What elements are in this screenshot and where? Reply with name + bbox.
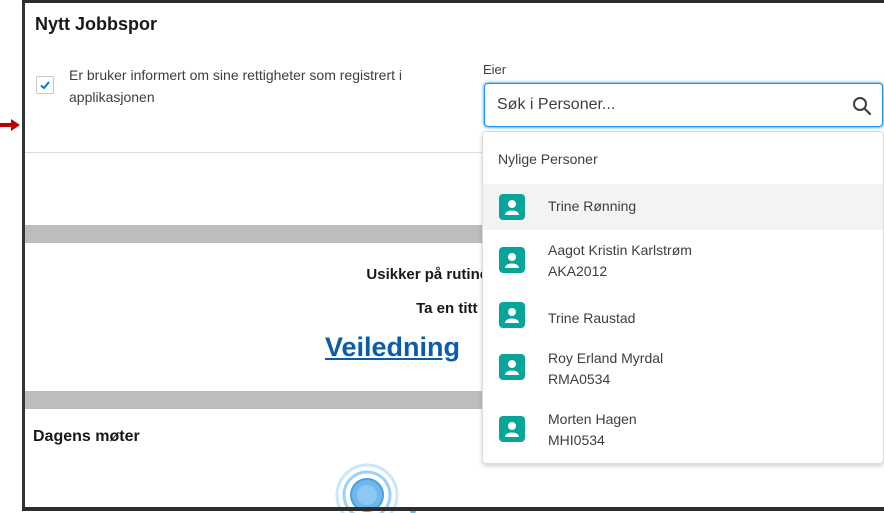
person-name: Aagot Kristin Karlstrøm	[548, 242, 692, 258]
person-avatar-icon	[499, 247, 525, 273]
person-avatar-icon	[499, 416, 525, 442]
meetings-title: Dagens møter	[33, 428, 140, 445]
owner-search-input[interactable]	[497, 94, 837, 116]
person-name: Morten Hagen	[548, 411, 637, 427]
person-name: Roy Erland Myrdal	[548, 350, 664, 366]
person-name: Trine Rønning	[548, 198, 637, 214]
person-option[interactable]: Roy Erland Myrdal RMA0534	[483, 340, 883, 398]
consent-label: Er bruker informert om sine rettigheter …	[69, 67, 402, 105]
window-bottom-edge	[22, 507, 884, 511]
checkmark-icon	[40, 81, 50, 90]
guide-link[interactable]: Veiledning	[325, 332, 460, 363]
person-avatar-icon	[499, 194, 525, 220]
person-id: AKA2012	[548, 263, 608, 279]
person-option[interactable]: Aagot Kristin Karlstrøm AKA2012	[483, 230, 883, 290]
person-option[interactable]: Trine Raustad	[483, 290, 883, 340]
person-id: MHI0534	[548, 432, 605, 448]
page-title: Nytt Jobbspor	[35, 14, 158, 34]
loading-spinner-icon	[335, 463, 416, 513]
red-arrow-icon	[0, 119, 20, 131]
person-search-dropdown: Nylige Personer Trine Rønning Aagot Kris…	[482, 131, 884, 464]
owner-label: Eier	[483, 62, 507, 77]
divider	[25, 152, 483, 153]
person-option[interactable]: Morten Hagen MHI0534	[483, 398, 883, 458]
person-name: Trine Raustad	[548, 310, 636, 326]
person-avatar-icon	[499, 302, 525, 328]
person-avatar-icon	[499, 354, 525, 380]
consent-checkbox[interactable]	[36, 76, 54, 94]
owner-search-box[interactable]	[484, 83, 883, 127]
person-id: RMA0534	[548, 371, 611, 387]
search-icon[interactable]	[852, 96, 872, 116]
person-option[interactable]: Trine Rønning	[483, 184, 883, 230]
dropdown-heading: Nylige Personer	[498, 151, 598, 167]
